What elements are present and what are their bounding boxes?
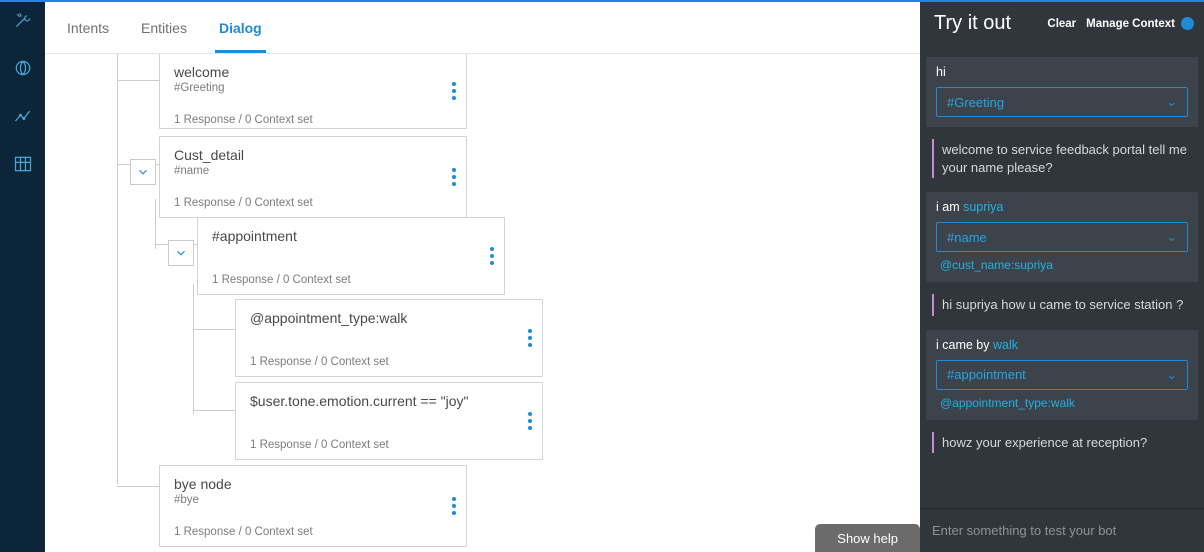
user-text: i am supriya [936, 200, 1188, 214]
user-text: i came by walk [936, 338, 1188, 352]
intent-chip[interactable]: #name ⌄ [936, 222, 1188, 252]
node-title: bye node [174, 476, 452, 492]
chevron-down-icon: ⌄ [1166, 367, 1177, 383]
node-condition: #Greeting [174, 82, 452, 94]
connector [193, 410, 235, 411]
tabs: Intents Entities Dialog [45, 2, 920, 54]
build-icon[interactable] [11, 8, 35, 32]
connector [193, 329, 235, 330]
clear-button[interactable]: Clear [1047, 18, 1076, 30]
node-title: Cust_detail [174, 147, 452, 163]
connector [193, 284, 194, 414]
user-turn: hi #Greeting ⌄ [926, 57, 1198, 127]
node-tone-joy[interactable]: $user.tone.emotion.current == "joy" 1 Re… [235, 382, 543, 460]
intent-chip[interactable]: #appointment ⌄ [936, 360, 1188, 390]
node-condition: #bye [174, 494, 452, 506]
tab-entities[interactable]: Entities [139, 4, 189, 52]
deploy-icon[interactable] [11, 56, 35, 80]
more-icon[interactable] [528, 412, 532, 430]
node-welcome[interactable]: welcome #Greeting 1 Response / 0 Context… [159, 54, 467, 129]
user-turn: i came by walk #appointment ⌄ @appointme… [926, 330, 1198, 420]
more-icon[interactable] [452, 497, 456, 515]
show-help-button[interactable]: Show help [815, 524, 920, 552]
manage-context-button[interactable]: Manage Context [1086, 18, 1175, 30]
node-meta: 1 Response / 0 Context set [174, 526, 452, 538]
leftbar [0, 2, 45, 552]
node-title: $user.tone.emotion.current == "joy" [250, 393, 528, 409]
collapse-toggle[interactable] [130, 159, 156, 185]
more-icon[interactable] [490, 247, 494, 265]
collapse-toggle[interactable] [168, 240, 194, 266]
try-input[interactable]: Enter something to test your bot [932, 523, 1192, 538]
try-panel: Try it out Clear Manage Context hi #Gree… [920, 2, 1204, 552]
intent-label: #appointment [947, 367, 1026, 382]
chevron-down-icon: ⌄ [1166, 94, 1177, 110]
try-title: Try it out [934, 12, 1037, 35]
bot-turn: howz your experience at reception? [932, 432, 1192, 454]
try-input-row: Enter something to test your bot [920, 508, 1204, 552]
node-meta: 1 Response / 0 Context set [174, 114, 452, 126]
tab-dialog[interactable]: Dialog [217, 4, 264, 52]
node-cust-detail[interactable]: Cust_detail #name 1 Response / 0 Context… [159, 136, 467, 218]
chevron-down-icon: ⌄ [1166, 229, 1177, 245]
node-appt-walk[interactable]: @appointment_type:walk 1 Response / 0 Co… [235, 299, 543, 377]
node-title: @appointment_type:walk [250, 310, 528, 326]
more-icon[interactable] [452, 168, 456, 186]
bot-turn: welcome to service feedback portal tell … [932, 139, 1192, 178]
more-icon[interactable] [452, 82, 456, 100]
user-turn: i am supriya #name ⌄ @cust_name:supriya [926, 192, 1198, 282]
context-badge-icon [1181, 17, 1194, 30]
connector [117, 486, 159, 487]
node-meta: 1 Response / 0 Context set [174, 197, 452, 209]
main: Intents Entities Dialog welcome #Greetin… [45, 2, 920, 552]
node-title: welcome [174, 64, 452, 80]
connector [117, 54, 118, 484]
more-icon[interactable] [528, 329, 532, 347]
intent-label: #name [947, 230, 987, 245]
try-conversation: hi #Greeting ⌄ welcome to service feedba… [920, 53, 1204, 508]
node-meta: 1 Response / 0 Context set [250, 439, 528, 451]
node-appointment[interactable]: #appointment 1 Response / 0 Context set [197, 217, 505, 295]
tab-intents[interactable]: Intents [65, 4, 111, 52]
node-condition: #name [174, 165, 452, 177]
user-text: hi [936, 65, 1188, 79]
try-header: Try it out Clear Manage Context [920, 2, 1204, 53]
bot-turn: hi supriya how u came to service station… [932, 294, 1192, 316]
node-title: #appointment [212, 228, 490, 244]
node-bye[interactable]: bye node #bye 1 Response / 0 Context set [159, 465, 467, 547]
node-meta: 1 Response / 0 Context set [250, 356, 528, 368]
intent-chip[interactable]: #Greeting ⌄ [936, 87, 1188, 117]
catalog-icon[interactable] [11, 152, 35, 176]
context-line: @cust_name:supriya [936, 258, 1188, 272]
node-meta: 1 Response / 0 Context set [212, 274, 490, 286]
connector [117, 80, 159, 81]
connector [155, 199, 156, 249]
dialog-canvas: welcome #Greeting 1 Response / 0 Context… [45, 54, 920, 552]
context-line: @appointment_type:walk [936, 396, 1188, 410]
improve-icon[interactable] [11, 104, 35, 128]
intent-label: #Greeting [947, 95, 1004, 110]
